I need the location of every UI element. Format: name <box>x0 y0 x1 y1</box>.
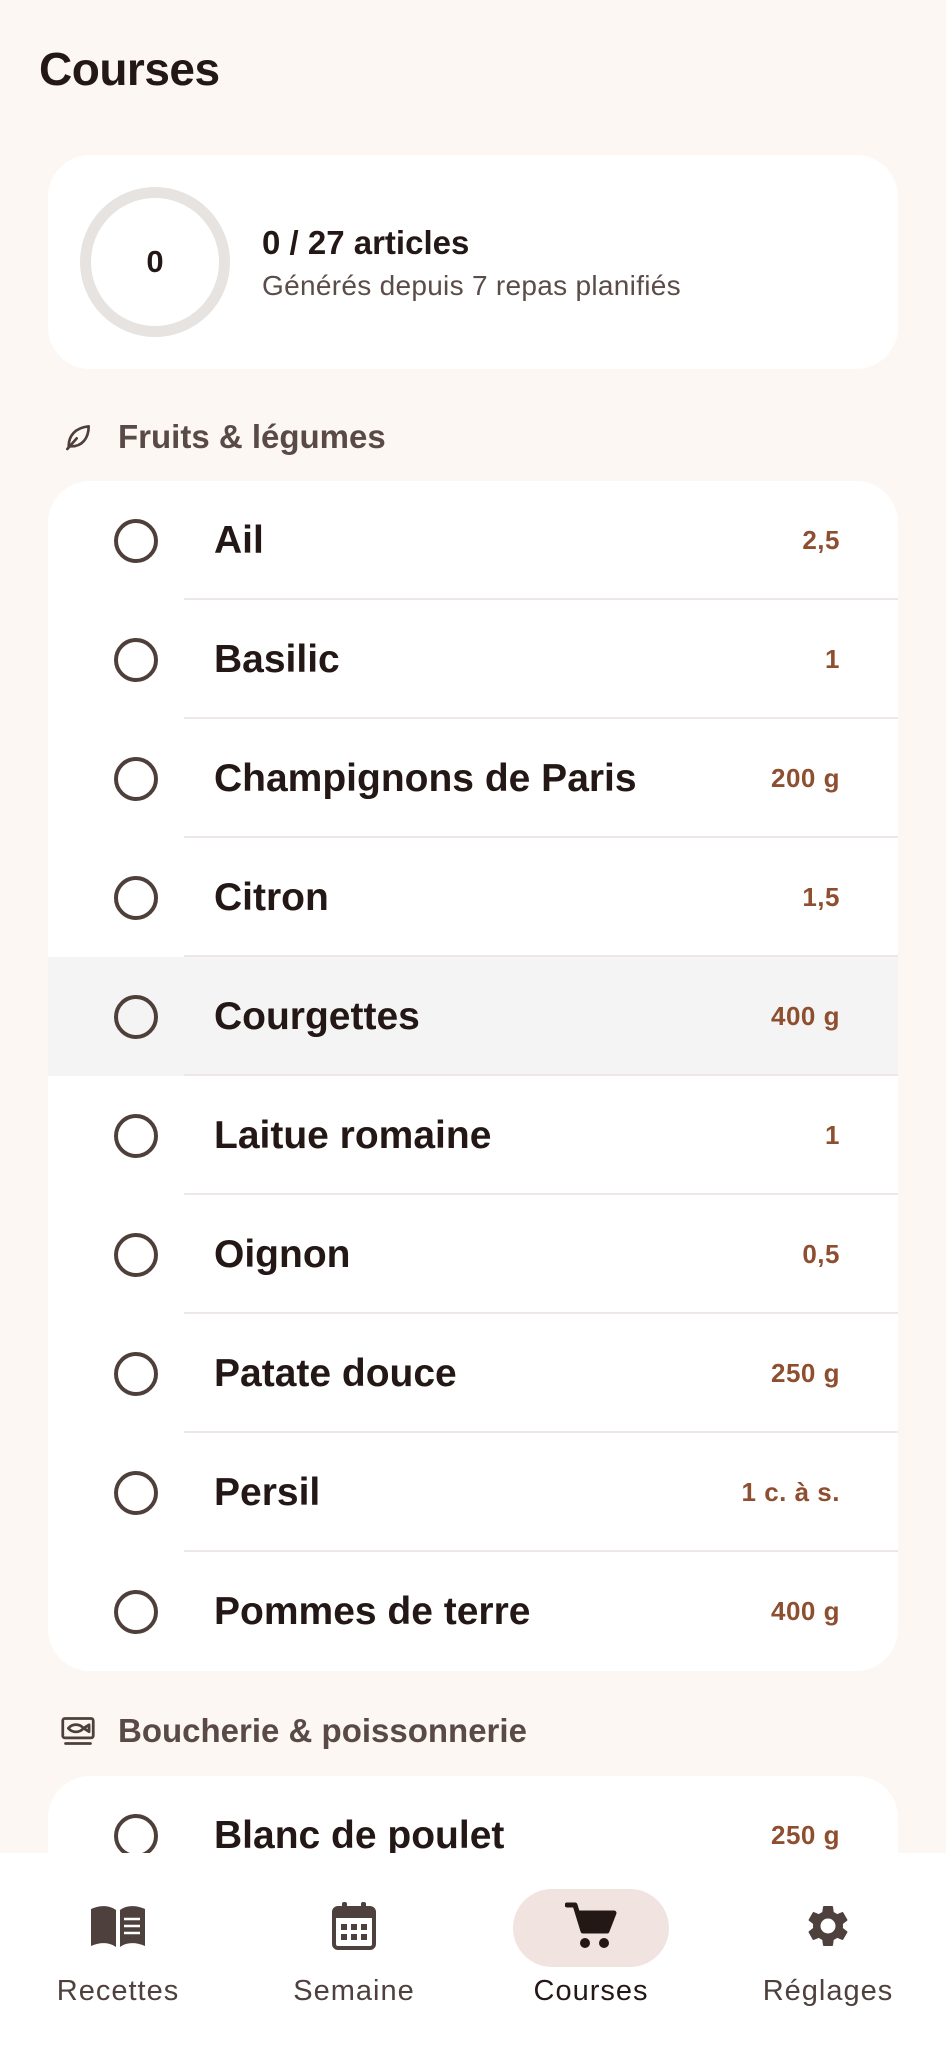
item-name: Champignons de Paris <box>214 756 637 800</box>
item-name: Ail <box>214 518 264 562</box>
item-quantity: 400 g <box>771 1596 840 1626</box>
nav-indicator <box>40 1889 196 1967</box>
bottom-navigation: Recettes Semaine Courses Réglages <box>0 1853 946 2048</box>
item-quantity: 250 g <box>771 1358 840 1388</box>
nav-label: Réglages <box>762 1975 894 2007</box>
list-item[interactable]: Courgettes 400 g <box>48 957 898 1076</box>
list-item[interactable]: Oignon 0,5 <box>48 1195 898 1314</box>
book-icon <box>89 1903 147 1954</box>
list-item[interactable]: Basilic 1 <box>48 600 898 719</box>
list-card-fruits-legumes: Ail 2,5 Basilic 1 Champignons de Paris 2… <box>48 481 898 1671</box>
progress-ring: 0 <box>80 187 230 337</box>
list-item[interactable]: Patate douce 250 g <box>48 1314 898 1433</box>
item-quantity: 2,5 <box>802 525 840 555</box>
checkbox[interactable] <box>114 1589 158 1634</box>
item-quantity: 1 c. à s. <box>741 1477 840 1507</box>
item-quantity: 400 g <box>771 1001 840 1031</box>
checkbox[interactable] <box>114 1813 158 1858</box>
item-name: Courgettes <box>214 994 420 1038</box>
nav-indicator <box>750 1889 906 1967</box>
item-quantity: 1 <box>825 1120 840 1150</box>
fish-tray-icon <box>60 1713 96 1749</box>
section-header-boucherie: Boucherie & poissonnerie <box>60 1709 527 1753</box>
section-label: Boucherie & poissonnerie <box>118 1712 527 1749</box>
nav-item-reglages[interactable]: Réglages <box>710 1853 946 2048</box>
gear-icon <box>803 1901 853 1956</box>
checkbox[interactable] <box>114 518 158 563</box>
checkbox[interactable] <box>114 994 158 1039</box>
list-item[interactable]: Pommes de terre 400 g <box>48 1552 898 1671</box>
section-label: Fruits & légumes <box>118 418 386 455</box>
nav-indicator <box>276 1889 432 1967</box>
page-title: Courses <box>39 43 220 95</box>
nav-label: Courses <box>533 1975 649 2007</box>
list-item[interactable]: Ail 2,5 <box>48 481 898 600</box>
checkbox[interactable] <box>114 875 158 920</box>
checkbox[interactable] <box>114 637 158 682</box>
summary-subtitle: Générés depuis 7 repas planifiés <box>262 270 681 301</box>
item-quantity: 0,5 <box>802 1239 840 1269</box>
checkbox[interactable] <box>114 756 158 801</box>
item-name: Persil <box>214 1470 321 1514</box>
nav-label: Semaine <box>293 1975 415 2007</box>
nav-item-semaine[interactable]: Semaine <box>236 1853 472 2048</box>
item-quantity: 1,5 <box>802 882 840 912</box>
checkbox[interactable] <box>114 1113 158 1158</box>
list-item[interactable]: Citron 1,5 <box>48 838 898 957</box>
item-name: Oignon <box>214 1232 351 1276</box>
item-name: Basilic <box>214 637 340 681</box>
item-name: Laitue romaine <box>214 1113 492 1157</box>
item-name: Patate douce <box>214 1351 457 1395</box>
nav-item-recettes[interactable]: Recettes <box>0 1853 236 2048</box>
list-item[interactable]: Laitue romaine 1 <box>48 1076 898 1195</box>
item-quantity: 1 <box>825 644 840 674</box>
checkbox[interactable] <box>114 1470 158 1515</box>
list-item[interactable]: Persil 1 c. à s. <box>48 1433 898 1552</box>
checkbox[interactable] <box>114 1351 158 1396</box>
item-name: Citron <box>214 875 329 919</box>
item-quantity: 200 g <box>771 763 840 793</box>
item-quantity: 250 g <box>771 1820 840 1850</box>
summary-count: 0 / 27 articles <box>262 224 470 261</box>
section-header-fruits-legumes: Fruits & légumes <box>60 415 386 459</box>
progress-count: 0 <box>146 244 164 279</box>
list-item[interactable]: Champignons de Paris 200 g <box>48 719 898 838</box>
nav-label: Recettes <box>56 1975 180 2007</box>
checkbox[interactable] <box>114 1232 158 1277</box>
nav-item-courses[interactable]: Courses <box>473 1853 709 2048</box>
cart-icon <box>564 1901 617 1956</box>
nav-indicator-active <box>513 1889 669 1967</box>
item-name: Pommes de terre <box>214 1589 531 1633</box>
calendar-icon <box>331 1901 377 1956</box>
leaf-icon <box>60 419 96 455</box>
item-name: Blanc de poulet <box>214 1813 505 1857</box>
